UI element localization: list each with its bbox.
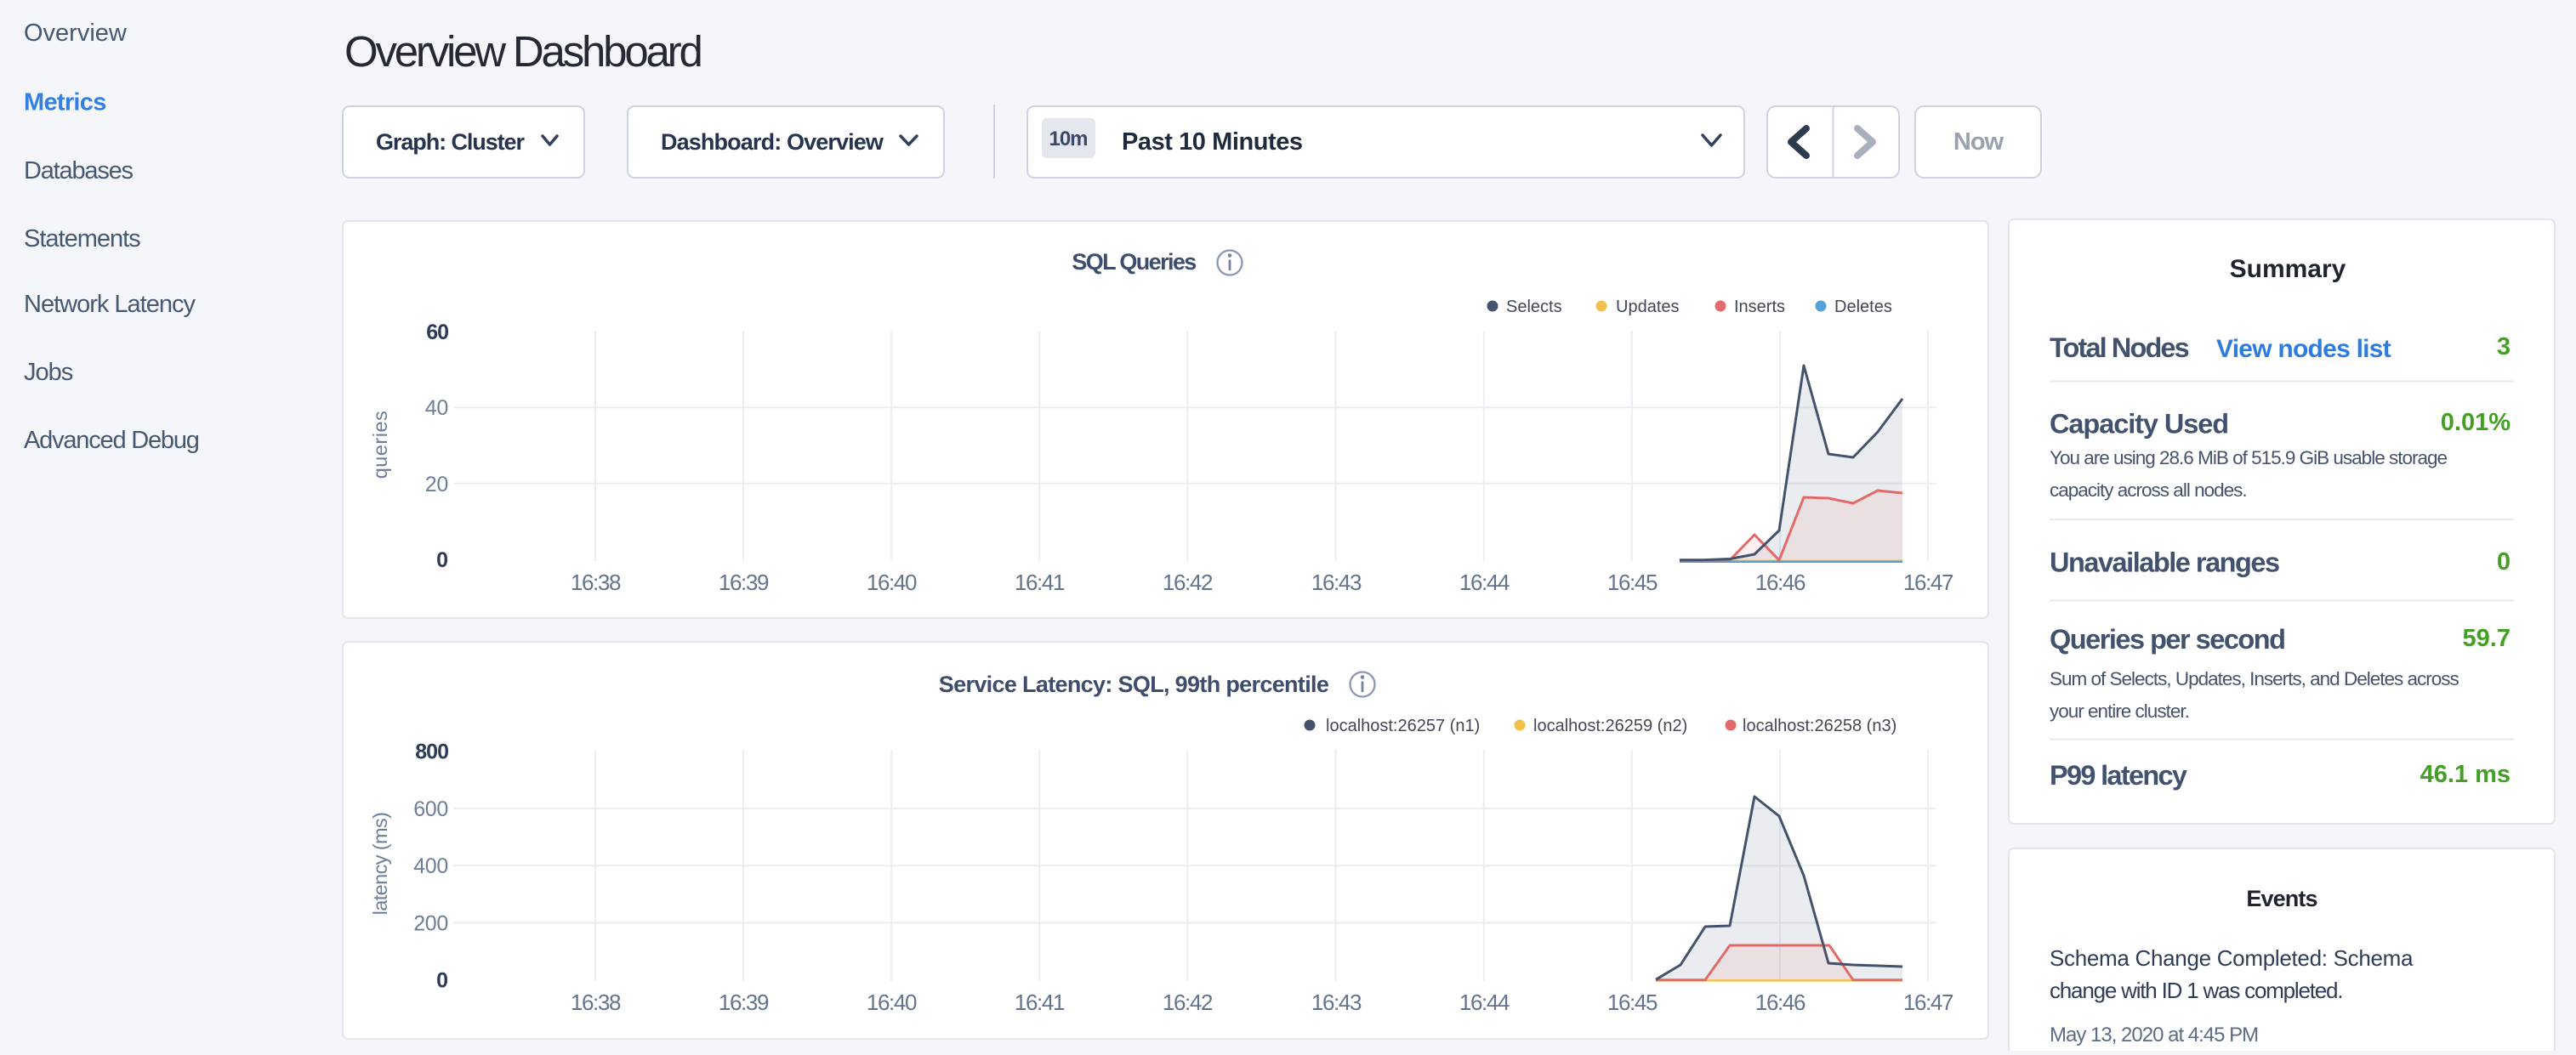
svg-text:16:38: 16:38	[571, 570, 621, 595]
svg-text:View nodes list: View nodes list	[2216, 335, 2391, 363]
svg-text:Metrics: Metrics	[24, 89, 106, 116]
svg-text:16:42: 16:42	[1163, 990, 1213, 1015]
svg-text:Service Latency: SQL, 99th per: Service Latency: SQL, 99th percentile	[939, 672, 1329, 697]
svg-text:16:39: 16:39	[719, 570, 769, 595]
svg-text:Updates: Updates	[1616, 298, 1680, 316]
svg-text:16:46: 16:46	[1755, 570, 1805, 595]
svg-text:16:47: 16:47	[1903, 990, 1953, 1015]
svg-text:Dashboard: Overview: Dashboard: Overview	[661, 129, 884, 155]
svg-text:Advanced Debug: Advanced Debug	[24, 427, 199, 454]
svg-text:P99 latency: P99 latency	[2050, 760, 2187, 791]
svg-text:16:45: 16:45	[1607, 990, 1658, 1015]
svg-text:Jobs: Jobs	[24, 359, 73, 386]
svg-text:16:38: 16:38	[571, 990, 621, 1015]
svg-text:0: 0	[2497, 548, 2511, 576]
svg-text:600: 600	[413, 797, 448, 821]
svg-text:16:46: 16:46	[1755, 990, 1805, 1015]
svg-text:16:40: 16:40	[867, 570, 917, 595]
svg-text:Overview: Overview	[24, 20, 128, 47]
svg-text:40: 40	[425, 396, 448, 420]
svg-text:200: 200	[413, 911, 448, 935]
svg-text:Schema Change Completed: Schem: Schema Change Completed: Schema	[2050, 945, 2414, 971]
svg-text:localhost:26257 (n1): localhost:26257 (n1)	[1326, 717, 1480, 735]
svg-text:3: 3	[2497, 333, 2511, 360]
svg-text:Graph: Cluster: Graph: Cluster	[376, 129, 525, 155]
svg-text:Now: Now	[1953, 128, 2005, 156]
svg-text:May 13, 2020 at 4:45 PM: May 13, 2020 at 4:45 PM	[2050, 1024, 2258, 1046]
svg-text:localhost:26258 (n3): localhost:26258 (n3)	[1743, 717, 1896, 735]
svg-text:10m: 10m	[1049, 128, 1087, 150]
svg-text:latency (ms): latency (ms)	[369, 813, 391, 916]
svg-text:Capacity Used: Capacity Used	[2050, 409, 2228, 440]
svg-text:Network Latency: Network Latency	[24, 291, 196, 318]
svg-text:59.7: 59.7	[2463, 625, 2511, 652]
svg-text:16:43: 16:43	[1311, 990, 1362, 1015]
svg-text:400: 400	[413, 854, 448, 878]
svg-text:capacity across all nodes.: capacity across all nodes.	[2050, 479, 2247, 501]
svg-text:Inserts: Inserts	[1734, 298, 1785, 316]
svg-text:16:42: 16:42	[1163, 570, 1213, 595]
svg-text:Statements: Statements	[24, 225, 140, 252]
svg-text:0: 0	[436, 969, 448, 993]
svg-text:60: 60	[426, 320, 448, 344]
svg-text:Selects: Selects	[1506, 298, 1562, 316]
svg-text:queries: queries	[369, 411, 391, 479]
svg-text:Total Nodes: Total Nodes	[2050, 332, 2189, 363]
svg-text:localhost:26259 (n2): localhost:26259 (n2)	[1533, 717, 1687, 735]
svg-text:16:44: 16:44	[1459, 990, 1510, 1015]
svg-text:16:45: 16:45	[1607, 570, 1658, 595]
svg-text:Deletes: Deletes	[1834, 298, 1892, 316]
svg-text:16:40: 16:40	[867, 990, 917, 1015]
svg-text:16:39: 16:39	[719, 990, 769, 1015]
svg-text:SQL Queries: SQL Queries	[1072, 249, 1196, 275]
svg-text:Queries per second: Queries per second	[2050, 624, 2284, 655]
svg-text:16:41: 16:41	[1015, 990, 1065, 1015]
svg-text:Summary: Summary	[2230, 255, 2346, 283]
svg-text:800: 800	[415, 740, 448, 764]
svg-text:16:41: 16:41	[1015, 570, 1065, 595]
svg-text:Databases: Databases	[24, 157, 134, 184]
svg-text:20: 20	[425, 473, 448, 496]
svg-text:your entire cluster.: your entire cluster.	[2050, 700, 2189, 722]
svg-text:Past 10 Minutes: Past 10 Minutes	[1122, 128, 1303, 156]
svg-text:You are using 28.6 MiB of 515.: You are using 28.6 MiB of 515.9 GiB usab…	[2050, 447, 2447, 468]
svg-text:0.01%: 0.01%	[2441, 409, 2511, 436]
svg-text:16:43: 16:43	[1311, 570, 1362, 595]
svg-text:0: 0	[436, 548, 448, 572]
svg-text:Events: Events	[2246, 886, 2317, 911]
svg-text:46.1 ms: 46.1 ms	[2420, 761, 2511, 788]
svg-text:change with ID 1 was completed: change with ID 1 was completed.	[2050, 978, 2342, 1003]
svg-text:16:47: 16:47	[1903, 570, 1953, 595]
svg-text:Sum of Selects, Updates, Inser: Sum of Selects, Updates, Inserts, and De…	[2050, 668, 2459, 689]
svg-text:Overview Dashboard: Overview Dashboard	[344, 27, 701, 76]
svg-text:Unavailable ranges: Unavailable ranges	[2050, 547, 2279, 578]
svg-text:16:44: 16:44	[1459, 570, 1510, 595]
